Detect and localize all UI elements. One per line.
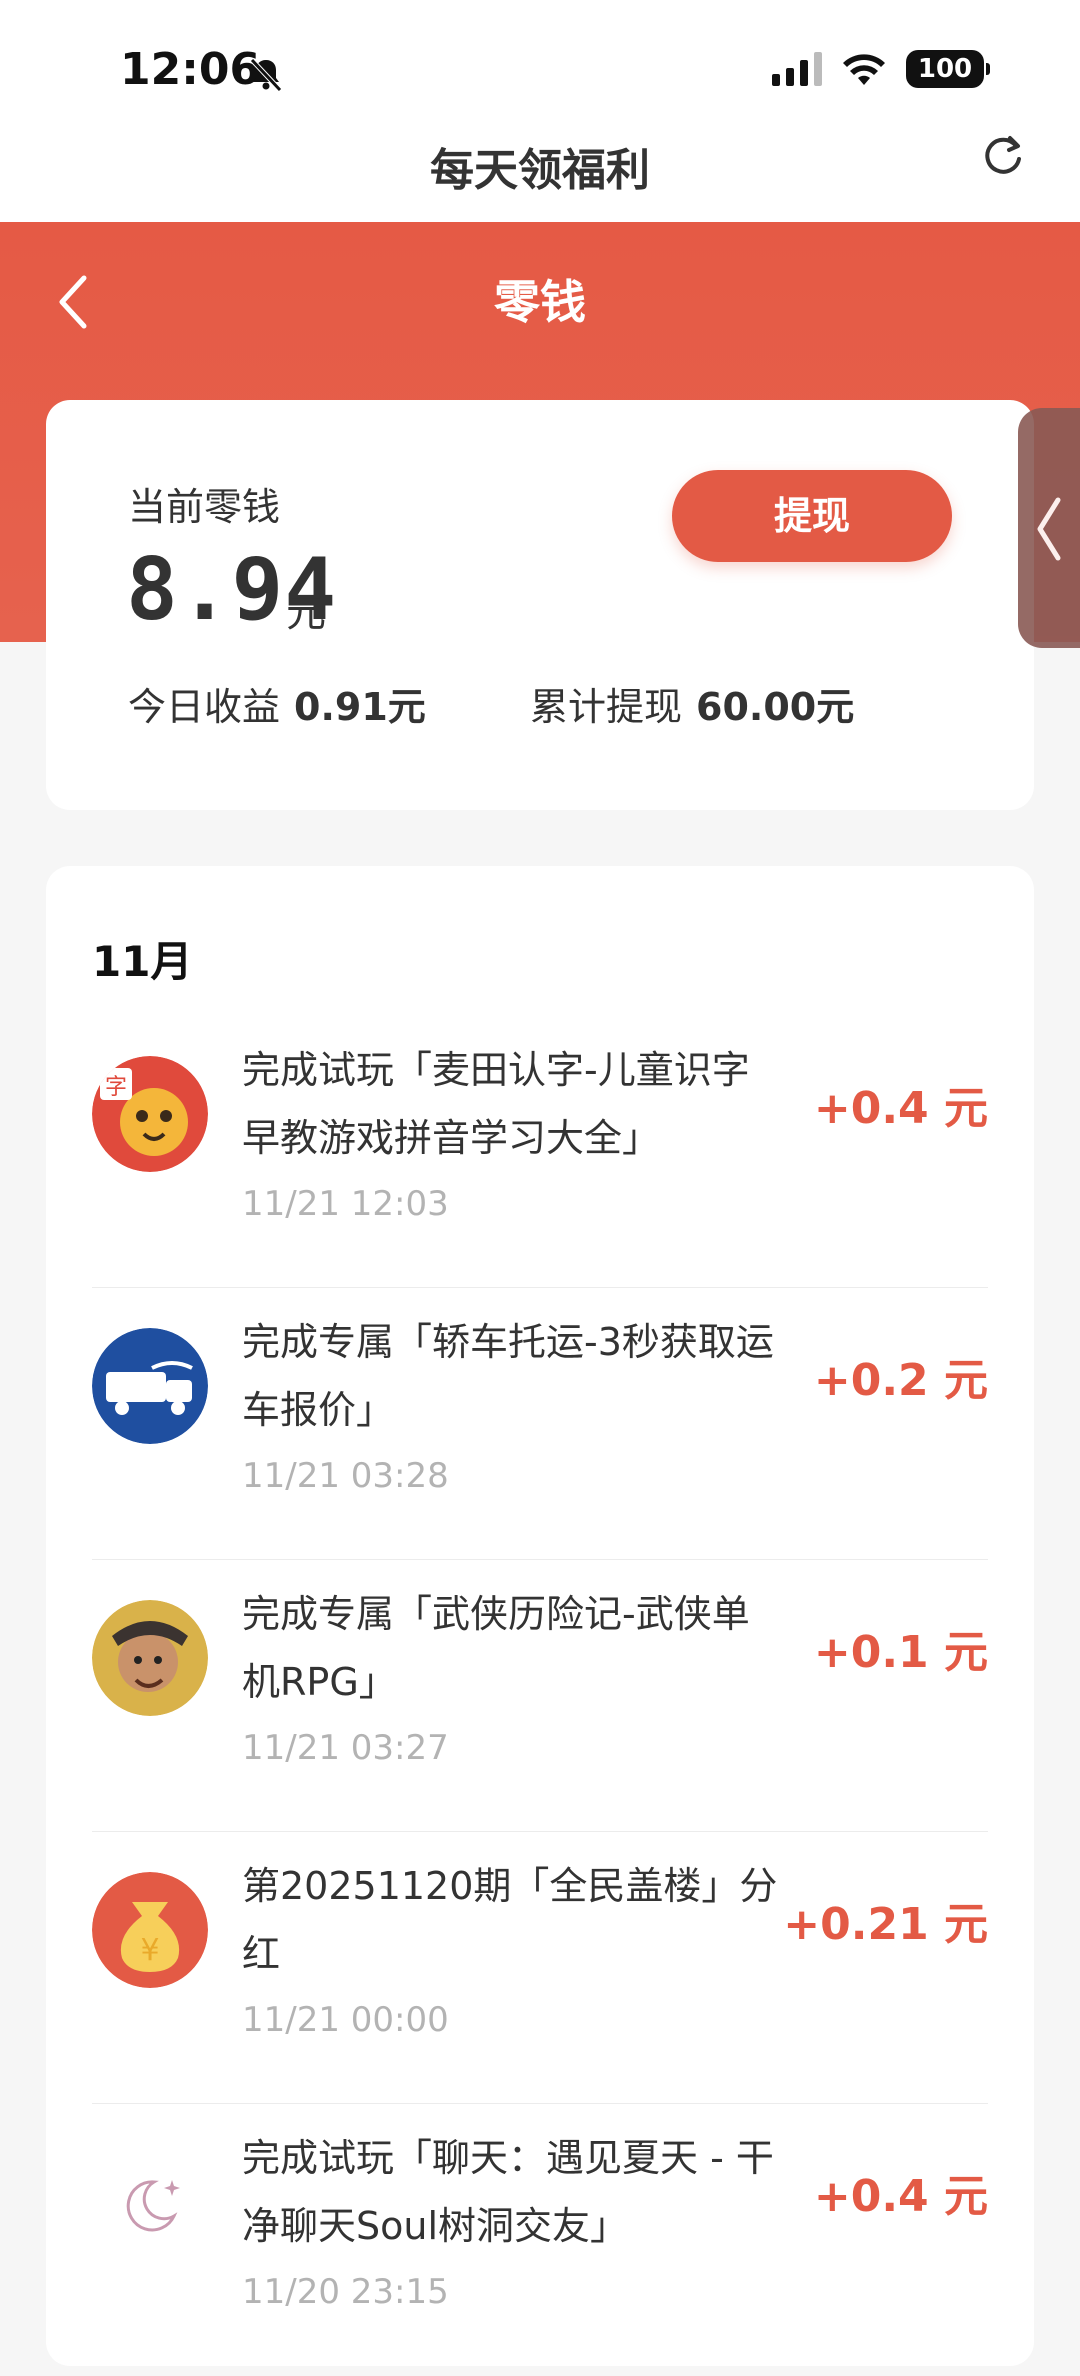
item-title: 完成试玩「聊天：遇见夏天 - 干净聊天Soul树洞交友」 (242, 2136, 774, 2248)
item-amount: +0.4 元 (813, 1083, 988, 1134)
item-time: 11/21 12:03 (242, 1184, 449, 1224)
withdraw-button[interactable]: 提现 (672, 470, 952, 562)
item-time: 11/21 00:00 (242, 2000, 449, 2040)
list-item[interactable]: 完成试玩「聊天：遇见夏天 - 干净聊天Soul树洞交友」 11/20 23:15… (92, 2104, 988, 2376)
side-drawer-tab[interactable] (1018, 408, 1080, 648)
status-bar: 12:06 100 (0, 0, 1080, 128)
app-bar: 每天领福利 (0, 128, 1080, 222)
item-title: 完成专属「武侠历险记-武侠单机RPG」 (242, 1592, 750, 1704)
list-item[interactable]: 完成专属「轿车托运-3秒获取运车报价」 11/21 03:28 +0.2 元 (92, 1288, 988, 1560)
item-amount: +0.2 元 (813, 1355, 988, 1406)
item-amount: +0.21 元 (783, 1899, 988, 1950)
total-withdrawn-value: 60.00元 (696, 685, 855, 729)
balance-unit: 元 (286, 590, 326, 636)
total-withdrawn-label: 累计提现 (530, 685, 683, 729)
list-item[interactable]: ¥ 第20251120期「全民盖楼」分红 11/21 00:00 +0.21 元 (92, 1832, 988, 2104)
item-amount: +0.1 元 (813, 1627, 988, 1678)
item-time: 11/21 03:27 (242, 1728, 449, 1768)
battery-icon: 100 (906, 50, 990, 88)
balance-label: 当前零钱 (128, 485, 281, 529)
item-title: 完成专属「轿车托运-3秒获取运车报价」 (242, 1320, 774, 1432)
list-item[interactable]: 字 完成试玩「麦田认字-儿童识字早教游戏拼音学习大全」 11/21 12:03 … (92, 1016, 988, 1288)
list-item[interactable]: 完成专属「武侠历险记-武侠单机RPG」 11/21 03:27 +0.1 元 (92, 1560, 988, 1832)
app-icon-maitian: 字 (92, 1056, 208, 1172)
refresh-icon[interactable] (978, 132, 1028, 182)
app-icon-wuxia (92, 1600, 208, 1716)
item-time: 11/21 03:28 (242, 1456, 449, 1496)
balance-card: 当前零钱 8.94 元 提现 今日收益 0.91元 累计提现 60.00元 (46, 400, 1034, 810)
svg-text:¥: ¥ (140, 1933, 159, 1968)
wifi-icon (843, 54, 885, 85)
total-withdrawn: 累计提现 60.00元 (530, 676, 854, 731)
today-earnings-label: 今日收益 (128, 685, 281, 729)
chevron-left-icon (1037, 497, 1061, 561)
records-list: 11月 字 完成试玩「麦田认字-儿童识字早教游戏拼音学习大全」 11/21 12… (46, 866, 1034, 2366)
svg-text:字: 字 (105, 1075, 127, 1100)
month-header: 11月 (92, 937, 193, 986)
money-bag-icon: ¥ (92, 1872, 208, 1988)
app-icon-car-transport (92, 1328, 208, 1444)
item-amount: +0.4 元 (813, 2171, 988, 2222)
item-title: 第20251120期「全民盖楼」分红 (242, 1864, 778, 1976)
item-title: 完成试玩「麦田认字-儿童识字早教游戏拼音学习大全」 (242, 1048, 750, 1160)
bell-muted-icon (250, 58, 282, 92)
today-earnings: 今日收益 0.91元 (128, 676, 426, 731)
today-earnings-value: 0.91元 (294, 685, 426, 729)
status-time: 12:06 (120, 44, 261, 95)
item-time: 11/20 23:15 (242, 2272, 449, 2312)
app-title: 每天领福利 (430, 145, 650, 196)
page-title: 零钱 (494, 275, 586, 329)
moon-icon (92, 2144, 208, 2260)
cellular-signal-icon (772, 52, 822, 86)
